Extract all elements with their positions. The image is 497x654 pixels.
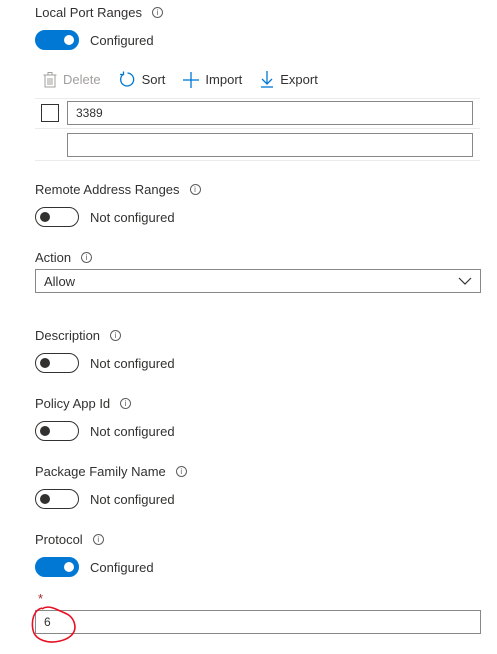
package-family-name-toggle-text: Not configured [90,491,175,507]
export-label: Export [280,72,318,87]
policy-app-id-toggle-row: Not configured [35,421,175,441]
action-dropdown[interactable]: Allow [35,269,481,293]
remote-address-ranges-label-text: Remote Address Ranges [35,182,180,197]
sort-label: Sort [141,72,166,87]
port-range-input[interactable]: 3389 [67,101,473,125]
package-family-name-label: Package Family Name i [35,464,187,479]
protocol-label: Protocol i [35,532,104,547]
delete-button[interactable]: Delete [43,71,101,88]
remote-address-ranges-toggle[interactable] [35,207,79,227]
package-family-name-label-text: Package Family Name [35,464,166,479]
table-bottom-divider [35,160,480,161]
sort-button[interactable]: Sort [119,71,166,88]
toggle-knob [40,212,50,222]
description-label-text: Description [35,328,101,343]
row-checkbox[interactable] [41,104,59,122]
policy-app-id-label: Policy App Id i [35,396,132,411]
remote-address-ranges-toggle-text: Not configured [90,209,175,225]
protocol-toggle-row: Configured [35,557,154,577]
toggle-knob [40,426,50,436]
table-divider [35,98,480,99]
import-button[interactable]: Import [183,71,243,88]
description-toggle[interactable] [35,353,79,373]
export-button[interactable]: Export [260,71,318,88]
remote-address-ranges-toggle-row: Not configured [35,207,175,227]
policy-app-id-label-text: Policy App Id [35,396,111,411]
protocol-label-text: Protocol [35,532,83,547]
import-label: Import [205,72,243,87]
info-icon[interactable]: i [189,184,201,195]
port-ranges-toolbar: Delete Sort Import Export [43,71,318,88]
chevron-down-icon [458,277,472,285]
info-icon[interactable]: i [151,7,163,18]
toggle-knob [40,358,50,368]
policy-app-id-toggle-text: Not configured [90,423,175,439]
toggle-knob [64,562,74,572]
table-row-divider [35,128,480,129]
red-annotation-circle [31,606,76,643]
remote-address-ranges-label: Remote Address Ranges i [35,182,201,197]
local-port-ranges-label-text: Local Port Ranges [35,5,142,20]
local-port-ranges-toggle-text: Configured [90,32,154,48]
package-family-name-toggle[interactable] [35,489,79,509]
toggle-knob [40,494,50,504]
protocol-toggle[interactable] [35,557,79,577]
action-label-text: Action [35,250,72,265]
trash-icon [43,71,57,87]
info-icon[interactable]: i [120,398,132,409]
description-label: Description i [35,328,122,343]
sort-refresh-icon [119,71,134,87]
port-range-value: 3389 [76,106,103,120]
plus-icon [183,71,200,88]
info-icon[interactable]: i [175,466,187,477]
toggle-knob [64,35,74,45]
description-toggle-row: Not configured [35,353,175,373]
info-icon[interactable]: i [81,252,93,263]
download-arrow-icon [261,71,274,88]
info-icon[interactable]: i [92,534,104,545]
info-icon[interactable]: i [110,330,122,341]
protocol-input[interactable]: 6 [35,610,481,634]
policy-app-id-toggle[interactable] [35,421,79,441]
description-toggle-text: Not configured [90,355,175,371]
action-selected: Allow [44,273,76,289]
protocol-toggle-text: Configured [90,559,154,575]
local-port-ranges-toggle-row: Configured [35,30,154,50]
action-label: Action i [35,250,93,265]
port-range-new-input[interactable] [67,133,473,157]
package-family-name-toggle-row: Not configured [35,489,175,509]
local-port-ranges-toggle[interactable] [35,30,79,50]
local-port-ranges-label: Local Port Ranges i [35,5,163,20]
delete-label: Delete [63,72,101,87]
